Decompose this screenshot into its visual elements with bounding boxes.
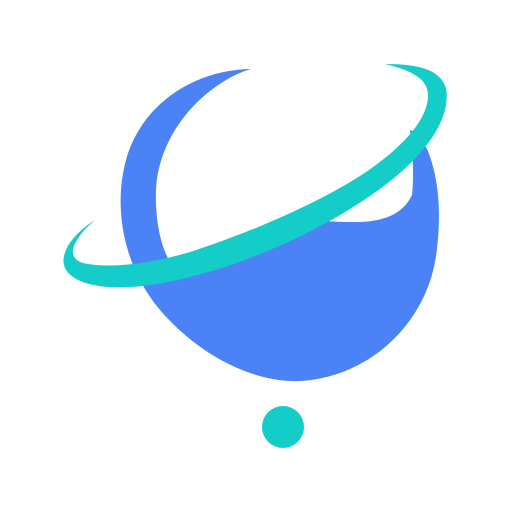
planet-ring-logo-icon xyxy=(63,64,447,448)
logo-canvas xyxy=(0,0,512,512)
dot-shape xyxy=(262,406,304,448)
